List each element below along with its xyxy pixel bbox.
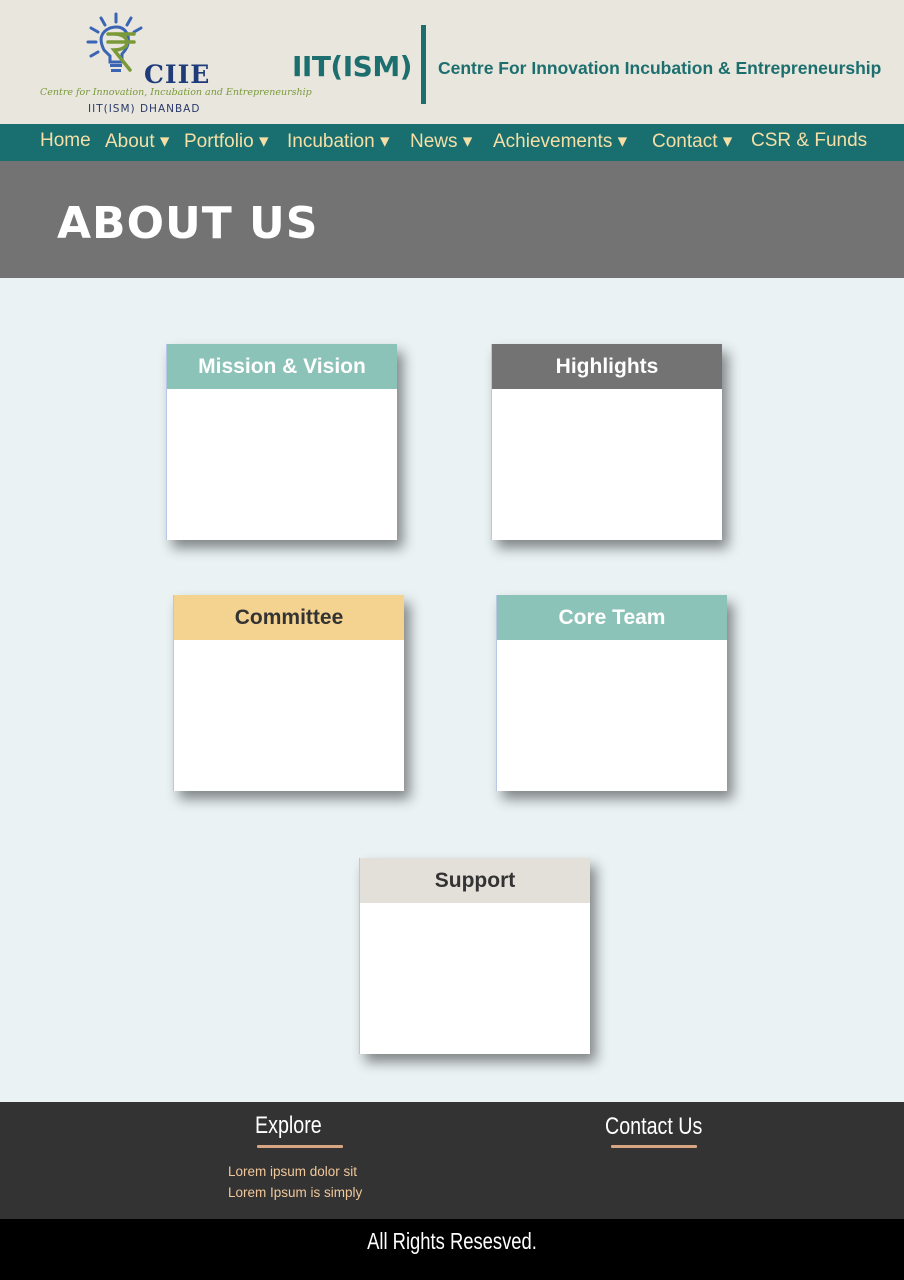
card-committee[interactable]: Committee xyxy=(173,595,404,791)
logo-location: IIT(ISM) DHANBAD xyxy=(88,103,201,115)
card-mission-vision[interactable]: Mission & Vision xyxy=(166,344,397,540)
site-header: CIIE Centre for Innovation, Incubation a… xyxy=(0,0,904,124)
bulb-rupee-icon xyxy=(86,12,143,72)
nav-csr-funds[interactable]: CSR & Funds xyxy=(751,130,867,152)
copyright-bar: All Rights Resesved. xyxy=(0,1219,904,1280)
footer-explore-link[interactable]: Lorem ipsum dolor sit xyxy=(228,1164,357,1179)
card-title: Support xyxy=(360,858,590,903)
nav-portfolio[interactable]: Portfolio ▾ xyxy=(184,130,269,153)
nav-about[interactable]: About ▾ xyxy=(105,130,169,153)
footer-contact-title: Contact Us xyxy=(605,1113,703,1140)
card-title: Core Team xyxy=(497,595,727,640)
footer-explore-underline xyxy=(257,1145,343,1148)
copyright-text: All Rights Resesved. xyxy=(367,1228,537,1254)
card-body xyxy=(360,903,590,1054)
footer-explore-link[interactable]: Lorem Ipsum is simply xyxy=(228,1185,362,1200)
nav-news[interactable]: News ▾ xyxy=(410,130,472,153)
logo-acronym: CIIE xyxy=(144,60,211,89)
card-title: Mission & Vision xyxy=(167,344,397,389)
card-title: Committee xyxy=(174,595,404,640)
centre-name: Centre For Innovation Incubation & Entre… xyxy=(438,58,882,78)
card-core-team[interactable]: Core Team xyxy=(496,595,727,791)
card-body xyxy=(167,389,397,540)
nav-incubation[interactable]: Incubation ▾ xyxy=(287,130,390,153)
card-body xyxy=(492,389,722,540)
institute-name: IIT(ISM) xyxy=(292,50,412,83)
main-nav: Home About ▾ Portfolio ▾ Incubation ▾ Ne… xyxy=(0,124,904,161)
page-banner: ABOUT US xyxy=(0,161,904,278)
nav-achievements[interactable]: Achievements ▾ xyxy=(493,130,627,153)
nav-home[interactable]: Home xyxy=(40,130,91,152)
logo-tagline: Centre for Innovation, Incubation and En… xyxy=(40,87,312,98)
page-title: ABOUT US xyxy=(57,198,319,249)
card-title: Highlights xyxy=(492,344,722,389)
nav-contact[interactable]: Contact ▾ xyxy=(652,130,732,153)
brand-divider xyxy=(421,25,426,104)
card-support[interactable]: Support xyxy=(359,858,590,1054)
site-footer: Explore Lorem ipsum dolor sit Lorem Ipsu… xyxy=(0,1102,904,1219)
footer-contact-underline xyxy=(611,1145,697,1148)
card-body xyxy=(174,640,404,791)
card-highlights[interactable]: Highlights xyxy=(491,344,722,540)
footer-explore-title: Explore xyxy=(255,1112,322,1139)
card-body xyxy=(497,640,727,791)
ciie-logo[interactable]: CIIE Centre for Innovation, Incubation a… xyxy=(38,10,312,118)
